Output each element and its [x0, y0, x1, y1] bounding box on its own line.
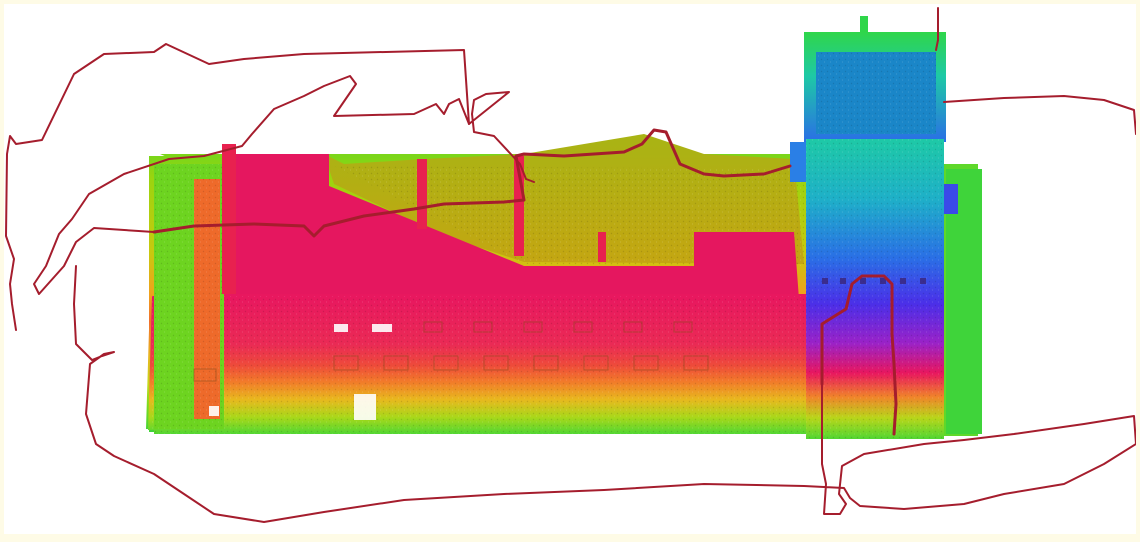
point-cloud-scene [5, 7, 1136, 523]
point-cloud-viewport[interactable] [4, 4, 1136, 534]
tower [804, 16, 946, 439]
